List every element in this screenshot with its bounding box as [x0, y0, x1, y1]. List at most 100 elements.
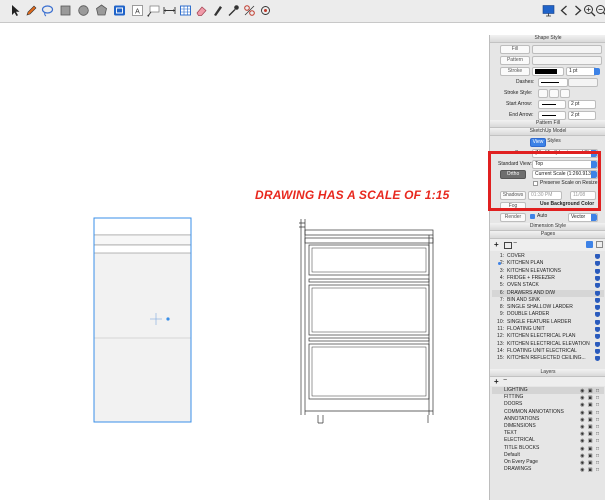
layer-item[interactable]: Default ◉ ▣ □ [492, 452, 604, 459]
stroke-width-dropdown-arrow[interactable] [594, 68, 600, 75]
pattern-toggle-button[interactable]: Pattern [500, 56, 530, 65]
page-lock-icon[interactable] [595, 319, 600, 325]
duplicate-page-icon[interactable] [504, 242, 512, 249]
page-lock-icon[interactable] [595, 268, 600, 274]
page-lock-icon[interactable] [595, 327, 600, 332]
standard-view-select[interactable]: Top [532, 160, 598, 169]
layers-title[interactable]: Layers [490, 369, 605, 377]
stroke-color-swatch[interactable] [532, 67, 564, 76]
add-layer-icon[interactable]: + [494, 377, 499, 386]
page-item[interactable]: 5: OVEN STACK [492, 282, 604, 289]
page-item[interactable]: 4: FRIDGE + FREEZER [492, 275, 604, 282]
page-item[interactable]: 13: KITCHEN ELECTRICAL ELEVATION [492, 341, 604, 348]
delete-layer-icon[interactable]: − [503, 377, 507, 384]
stroke-width-select[interactable]: 1 pt [566, 67, 596, 76]
layer-visibility-lock-icons[interactable]: ◉ ▣ □ [580, 467, 600, 474]
join-style-button[interactable] [549, 89, 559, 98]
shape-style-title[interactable]: Shape Style [490, 35, 605, 43]
page-lock-icon[interactable] [595, 254, 600, 259]
page-lock-icon[interactable] [595, 275, 600, 281]
page-item[interactable]: 1: COVER [492, 253, 604, 260]
end-arrow-size-select[interactable]: 2 pt [568, 111, 596, 120]
layer-item[interactable]: COMMON ANNOTATIONS ◉ ▣ □ [492, 409, 604, 416]
page-item[interactable]: 11: FLOATING UNIT [492, 326, 604, 333]
tab-styles[interactable]: Styles [546, 138, 562, 145]
fill-color-swatch[interactable] [532, 45, 602, 54]
page-item[interactable]: 7: BIN AND SINK [492, 297, 604, 304]
page-list-view-icon[interactable] [586, 241, 593, 248]
present-icon[interactable] [541, 3, 556, 18]
shadows-toggle[interactable]: Shadows [500, 191, 526, 200]
layer-item[interactable]: DOORS ◉ ▣ □ [492, 401, 604, 408]
page-lock-icon[interactable] [595, 348, 600, 354]
page-thumbnail-view-icon[interactable] [596, 241, 603, 248]
pen-icon[interactable] [24, 3, 39, 18]
page-item[interactable]: 14: FLOATING UNIT ELECTRICAL [492, 348, 604, 355]
scale-select[interactable]: Current Scale (1:260.913) [532, 170, 598, 179]
add-page-icon[interactable]: + [494, 240, 499, 249]
auto-render-checkbox[interactable] [530, 214, 535, 219]
start-arrow-size-select[interactable]: 2 pt [568, 100, 596, 109]
page-lock-icon[interactable] [595, 341, 600, 347]
layer-item[interactable]: ELECTRICAL ◉ ▣ □ [492, 437, 604, 444]
layer-item[interactable]: On Every Page ◉ ▣ □ [492, 459, 604, 466]
join-icon[interactable] [258, 3, 273, 18]
layer-item[interactable]: LIGHTING ◉ ▣ □ [492, 387, 604, 394]
lasso-icon[interactable] [40, 3, 55, 18]
page-item[interactable]: 12: KITCHEN ELECTRICAL PLAN [492, 333, 604, 340]
page-lock-icon[interactable] [595, 334, 600, 340]
page-lock-icon[interactable] [595, 283, 600, 289]
page-item[interactable]: 2: KITCHEN PLAN [492, 260, 604, 267]
render-button[interactable]: Render [500, 213, 526, 222]
polygon-icon[interactable] [94, 3, 109, 18]
page-lock-icon[interactable] [595, 297, 600, 303]
square-icon[interactable] [58, 3, 73, 18]
layer-item[interactable]: FITTING ◉ ▣ □ [492, 394, 604, 401]
render-mode-select[interactable]: Vector [568, 213, 598, 222]
layer-item[interactable]: DIMENSIONS ◉ ▣ □ [492, 423, 604, 430]
delete-page-icon[interactable]: − [513, 240, 517, 247]
end-arrow-select[interactable] [538, 111, 566, 120]
page-lock-icon[interactable] [595, 305, 600, 311]
drawing-canvas[interactable]: DRAWING HAS A SCALE OF 1:15 [0, 23, 488, 500]
dimension-icon[interactable] [162, 3, 177, 18]
page-lock-icon[interactable] [595, 356, 600, 362]
page-lock-icon[interactable] [595, 290, 600, 296]
style-icon[interactable] [210, 3, 225, 18]
layer-item[interactable]: TEXT ◉ ▣ □ [492, 430, 604, 437]
eraser-icon[interactable] [194, 3, 209, 18]
arrow-select-icon[interactable] [8, 3, 23, 18]
cap-round-button[interactable] [560, 89, 570, 98]
label-icon[interactable] [146, 3, 161, 18]
stroke-toggle-button[interactable]: Stroke [500, 67, 530, 76]
page-lock-icon[interactable] [595, 261, 600, 267]
page-item[interactable]: 9: DOUBLE LARDER [492, 311, 604, 318]
layer-item[interactable]: DRAWINGS ◉ ▣ □ [492, 466, 604, 473]
start-arrow-select[interactable] [538, 100, 566, 109]
use-background-color-label[interactable]: Use Background Color [540, 201, 594, 207]
layer-item[interactable]: ANNOTATIONS ◉ ▣ □ [492, 416, 604, 423]
circle-icon[interactable] [76, 3, 91, 18]
zoom-out-icon[interactable] [594, 3, 605, 18]
scene-select[interactable]: (Modified) Last saved Ske... [532, 149, 598, 158]
dashes-select[interactable] [538, 78, 568, 87]
page-item[interactable]: 8: SINGLE SHALLOW LARDER [492, 304, 604, 311]
pattern-selector[interactable] [532, 56, 602, 65]
cap-style-button[interactable] [538, 89, 548, 98]
fill-toggle-button[interactable]: Fill [500, 45, 530, 54]
split-icon[interactable] [242, 3, 257, 18]
pages-title[interactable]: Pages [490, 231, 605, 239]
pattern-fill-title[interactable]: Pattern Fill [490, 120, 605, 128]
dimension-style-title[interactable]: Dimension Style [490, 223, 605, 231]
dash-scale-select[interactable] [568, 78, 598, 87]
shadow-date-field[interactable]: 11/08 [570, 191, 596, 200]
selected-cabinet-drawing[interactable] [93, 217, 192, 423]
page-item[interactable]: 6: DRAWERS AND D/W [492, 289, 604, 297]
layer-item[interactable]: TITLE BLOCKS ◉ ▣ □ [492, 445, 604, 452]
ortho-toggle[interactable]: Ortho [500, 170, 526, 179]
page-lock-icon[interactable] [595, 312, 600, 318]
shadow-time-field[interactable]: 01:30 PM [528, 191, 562, 200]
table-icon[interactable] [178, 3, 193, 18]
preserve-scale-checkbox[interactable] [533, 181, 538, 186]
eyedropper-icon[interactable] [226, 3, 241, 18]
